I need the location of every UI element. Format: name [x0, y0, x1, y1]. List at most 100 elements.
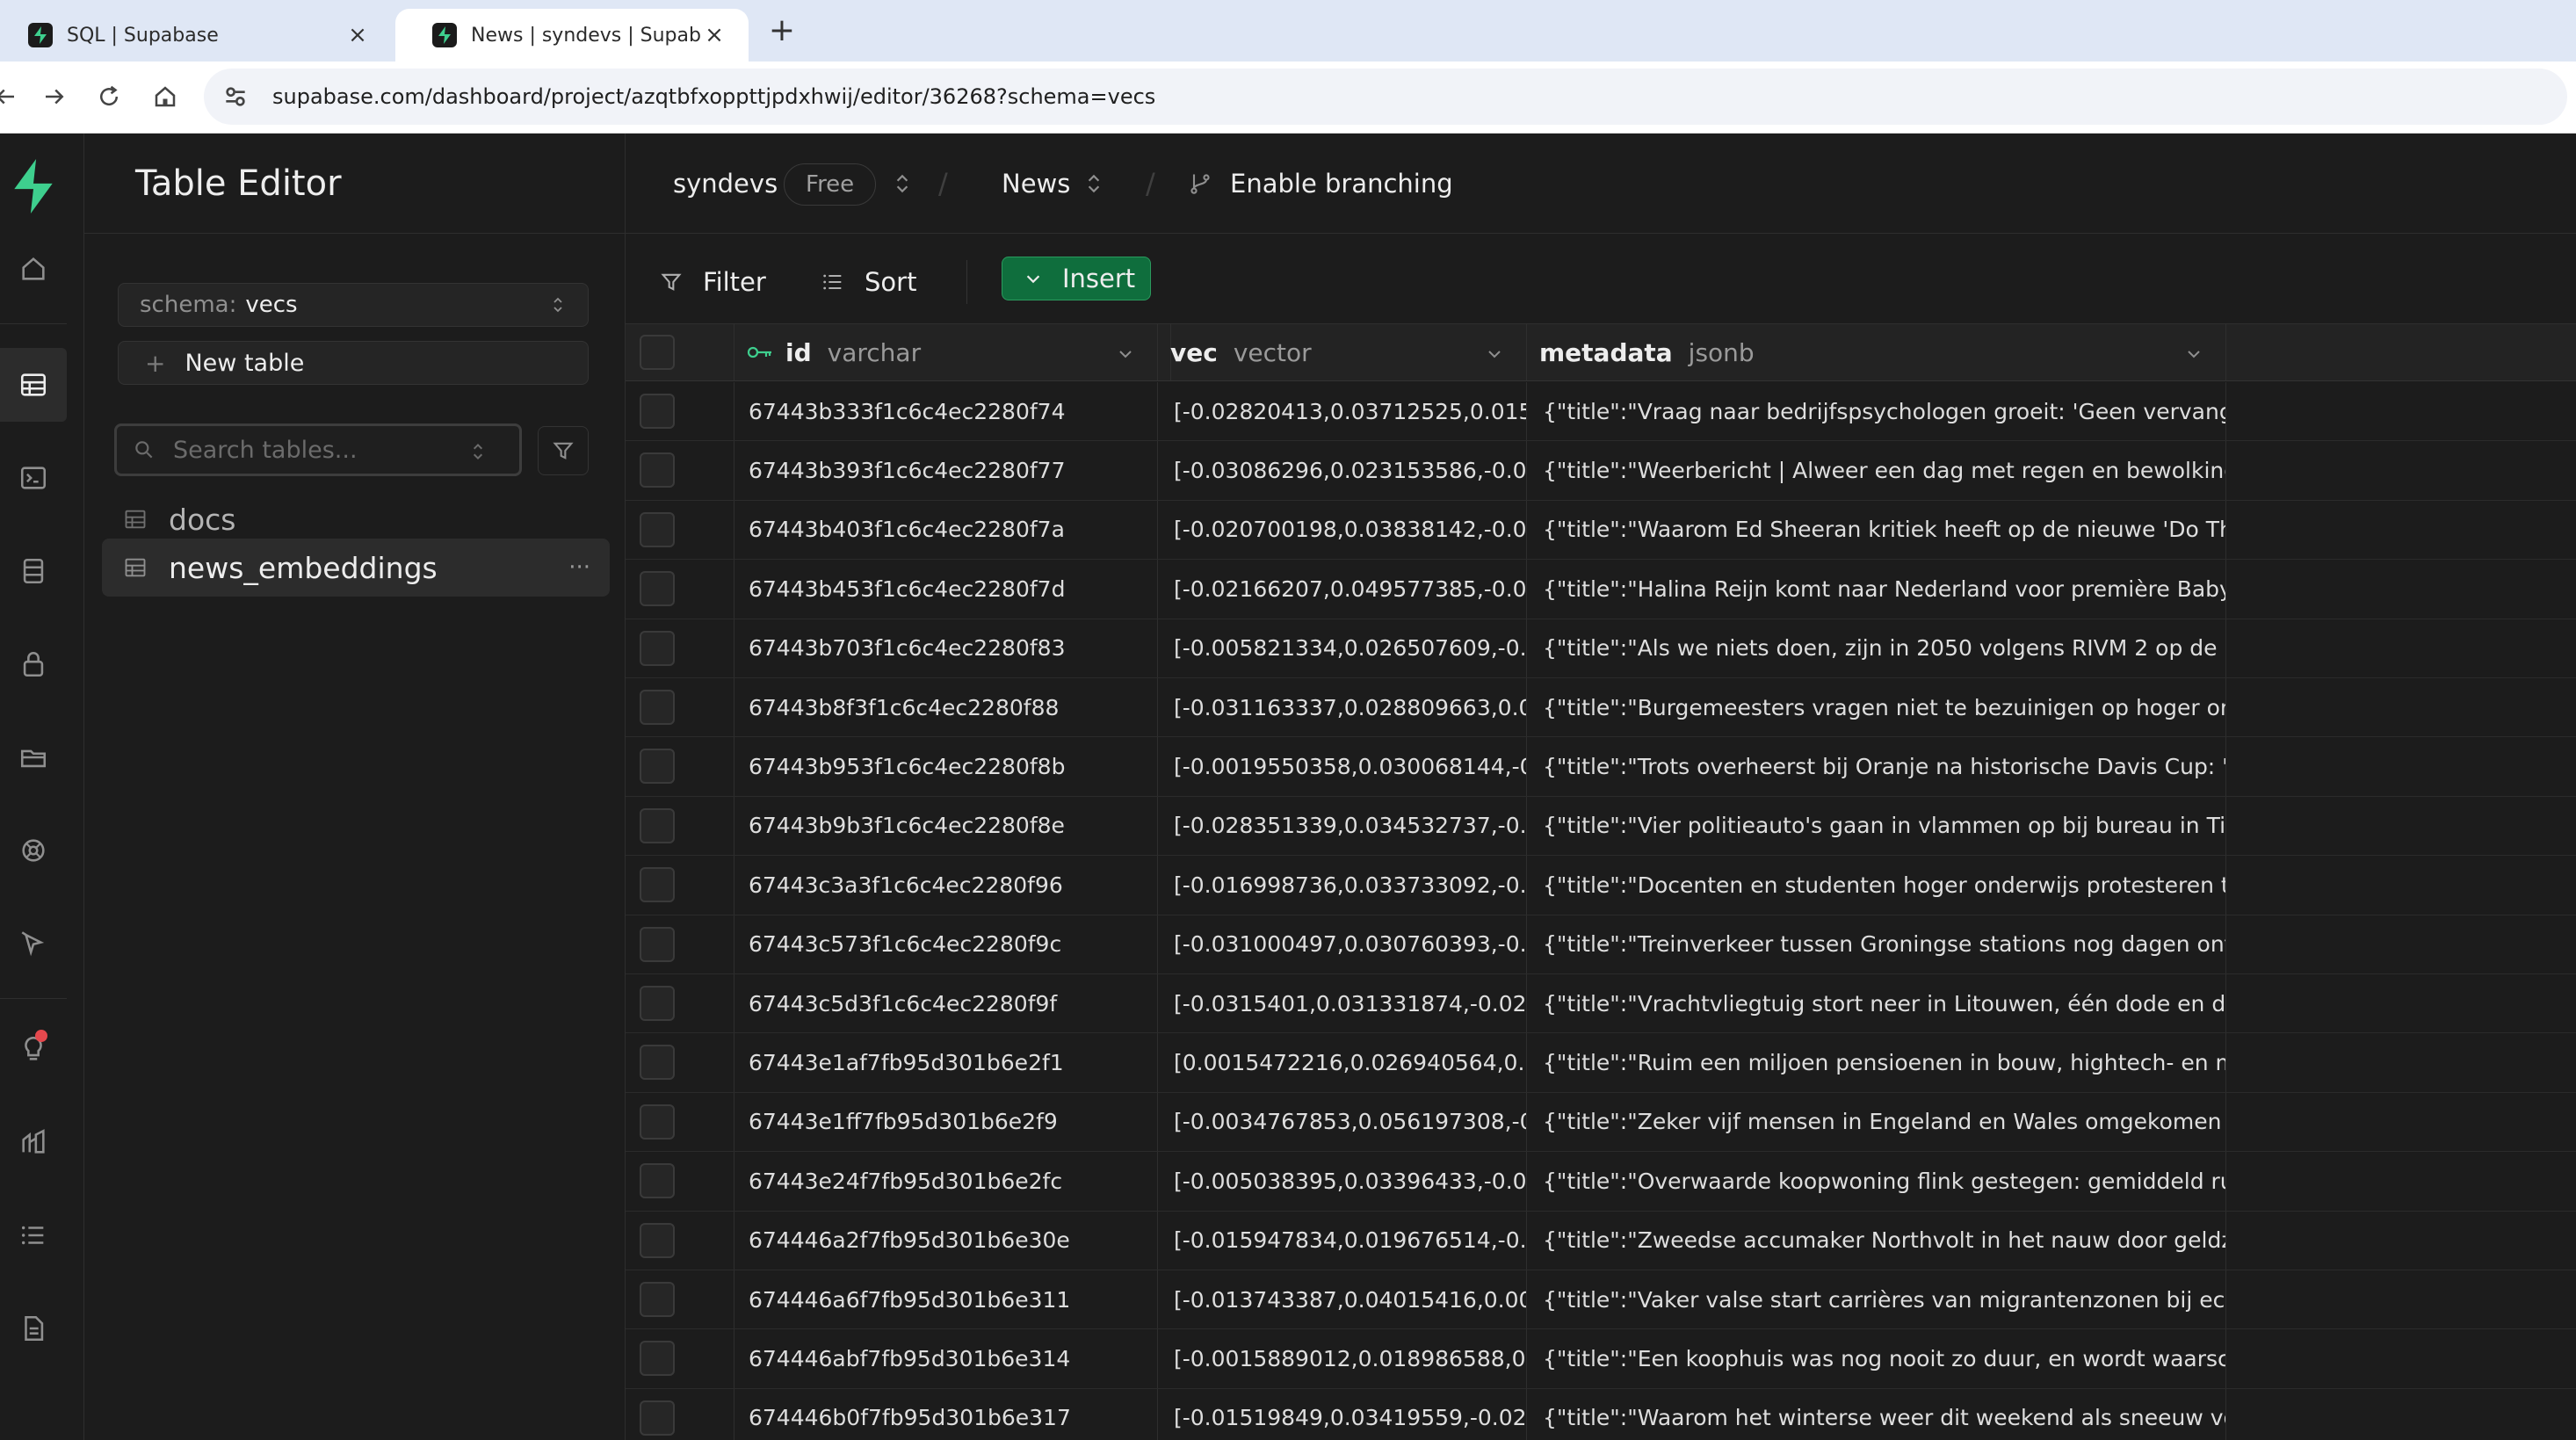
- cell-metadata[interactable]: {"title":"Vier politieauto's gaan in vla…: [1527, 796, 2226, 856]
- table-row[interactable]: 67443b403f1c6c4ec2280f7a [-0.020700198,0.…: [626, 500, 2576, 561]
- cell-id[interactable]: 67443b953f1c6c4ec2280f8b: [734, 737, 1158, 796]
- row-checkbox[interactable]: [640, 926, 675, 962]
- storage-icon[interactable]: [0, 720, 67, 794]
- cell-id[interactable]: 67443b393f1c6c4ec2280f77: [734, 441, 1158, 500]
- row-checkbox[interactable]: [640, 1045, 675, 1081]
- row-checkbox[interactable]: [640, 1163, 675, 1199]
- reload-icon[interactable]: [91, 79, 127, 114]
- api-docs-icon[interactable]: [0, 1292, 67, 1365]
- cell-metadata[interactable]: {"title":"Als we niets doen, zijn in 205…: [1527, 619, 2226, 677]
- cell-metadata[interactable]: {"title":"Weerbericht | Alweer een dag m…: [1527, 441, 2226, 500]
- cell-vec[interactable]: [-0.005821334,0.026507609,-0.0072660134,…: [1158, 619, 1527, 677]
- cell-vec[interactable]: [-0.020700198,0.03838142,-0.013676088,0.…: [1158, 500, 1527, 560]
- filter-tables-button[interactable]: [538, 426, 589, 475]
- advisors-icon[interactable]: [0, 1012, 67, 1086]
- cell-id[interactable]: 67443b403f1c6c4ec2280f7a: [734, 500, 1158, 560]
- cell-id[interactable]: 67443c3a3f1c6c4ec2280f96: [734, 856, 1158, 915]
- row-checkbox[interactable]: [640, 1282, 675, 1317]
- select-all-checkbox[interactable]: [640, 335, 675, 370]
- cell-metadata[interactable]: {"title":"Vrachtvliegtuig stort neer in …: [1527, 974, 2226, 1033]
- cell-metadata[interactable]: {"title":"Een koophuis was nog nooit zo …: [1527, 1329, 2226, 1388]
- schema-selector[interactable]: schema: vecs: [118, 283, 589, 327]
- chevron-down-icon[interactable]: [1484, 344, 1505, 365]
- cell-vec[interactable]: [-0.031000497,0.030760393,-0.002622145,0…: [1158, 915, 1527, 973]
- realtime-icon[interactable]: [0, 814, 67, 887]
- close-tab-icon[interactable]: ×: [701, 22, 727, 48]
- enable-branching-button[interactable]: Enable branching: [1230, 134, 1453, 234]
- site-settings-icon[interactable]: [221, 83, 250, 111]
- row-checkbox[interactable]: [640, 511, 675, 547]
- cell-vec[interactable]: [-0.0315401,0.031331874,-0.021381177,0.0…: [1158, 974, 1527, 1033]
- table-editor-icon[interactable]: [0, 348, 67, 422]
- cell-vec[interactable]: [-0.0034767853,0.056197308,-0.011019104,…: [1158, 1092, 1527, 1152]
- project-name[interactable]: News: [1002, 134, 1070, 234]
- url-field[interactable]: supabase.com/dashboard/project/azqtbfxop…: [204, 69, 2567, 125]
- table-row[interactable]: 67443c573f1c6c4ec2280f9c [-0.031000497,0.…: [626, 915, 2576, 974]
- row-checkbox[interactable]: [640, 630, 675, 666]
- table-row[interactable]: 67443b953f1c6c4ec2280f8b [-0.0019550358,0…: [626, 737, 2576, 797]
- back-icon[interactable]: [0, 79, 23, 114]
- cell-id[interactable]: 67443b453f1c6c4ec2280f7d: [734, 560, 1158, 619]
- table-row[interactable]: 674446a2f7fb95d301b6e30e [-0.015947834,0.…: [626, 1211, 2576, 1270]
- table-row[interactable]: 67443c5d3f1c6c4ec2280f9f [-0.0315401,0.03…: [626, 974, 2576, 1034]
- column-header-vec[interactable]: vec vector: [1158, 324, 1527, 380]
- row-checkbox[interactable]: [640, 749, 675, 785]
- cell-vec[interactable]: [0.0015472216,0.026940564,0.008382961,0.…: [1158, 1033, 1527, 1092]
- new-tab-button[interactable]: +: [764, 12, 800, 48]
- cell-metadata[interactable]: {"title":"Overwaarde koopwoning flink ge…: [1527, 1152, 2226, 1211]
- search-tables[interactable]: [114, 423, 522, 476]
- chevron-down-icon[interactable]: [1115, 344, 1136, 365]
- org-name[interactable]: syndevs: [673, 134, 778, 234]
- cell-metadata[interactable]: {"title":"Waarom het winterse weer dit w…: [1527, 1388, 2226, 1440]
- cell-metadata[interactable]: {"title":"Zeker vijf mensen in Engeland …: [1527, 1092, 2226, 1152]
- table-row[interactable]: 67443c3a3f1c6c4ec2280f96 [-0.016998736,0.…: [626, 856, 2576, 915]
- sort-button[interactable]: Sort: [821, 260, 916, 304]
- cell-id[interactable]: 67443b9b3f1c6c4ec2280f8e: [734, 796, 1158, 856]
- reports-icon[interactable]: [0, 1105, 67, 1179]
- browser-tab-news[interactable]: News | syndevs | Supabase ×: [395, 9, 749, 62]
- row-checkbox[interactable]: [640, 1341, 675, 1377]
- row-checkbox[interactable]: [640, 690, 675, 725]
- cell-id[interactable]: 674446abf7fb95d301b6e314: [734, 1329, 1158, 1388]
- row-checkbox[interactable]: [640, 571, 675, 607]
- cell-id[interactable]: 674446b0f7fb95d301b6e317: [734, 1388, 1158, 1440]
- cell-id[interactable]: 67443c573f1c6c4ec2280f9c: [734, 915, 1158, 973]
- table-row[interactable]: 67443e24f7fb95d301b6e2fc [-0.005038395,0.…: [626, 1152, 2576, 1212]
- table-row[interactable]: 67443b9b3f1c6c4ec2280f8e [-0.028351339,0.…: [626, 796, 2576, 857]
- cell-id[interactable]: 674446a6f7fb95d301b6e311: [734, 1270, 1158, 1329]
- table-row[interactable]: 67443b8f3f1c6c4ec2280f88 [-0.031163337,0.…: [626, 678, 2576, 738]
- cell-vec[interactable]: [-0.028351339,0.034532737,-0.013540048,0…: [1158, 796, 1527, 856]
- cell-vec[interactable]: [-0.015947834,0.019676514,-0.0046527167,…: [1158, 1211, 1527, 1270]
- cell-metadata[interactable]: {"title":"Burgemeesters vragen niet te b…: [1527, 678, 2226, 737]
- logs-icon[interactable]: [0, 1198, 67, 1272]
- cell-vec[interactable]: [-0.031163337,0.028809663,0.009184686,0.…: [1158, 678, 1527, 737]
- cell-vec[interactable]: [-0.02166207,0.049577385,-0.0262458,0.02…: [1158, 560, 1527, 619]
- cell-metadata[interactable]: {"title":"Halina Reijn komt naar Nederla…: [1527, 560, 2226, 619]
- cell-id[interactable]: 67443e1af7fb95d301b6e2f1: [734, 1033, 1158, 1092]
- home-icon[interactable]: [0, 232, 67, 306]
- table-row[interactable]: 67443b393f1c6c4ec2280f77 [-0.03086296,0.0…: [626, 441, 2576, 501]
- cell-id[interactable]: 67443b703f1c6c4ec2280f83: [734, 619, 1158, 677]
- filter-button[interactable]: Filter: [659, 260, 766, 304]
- cell-vec[interactable]: [-0.016998736,0.033733092,-0.002745041,0…: [1158, 856, 1527, 915]
- table-row[interactable]: 67443b333f1c6c4ec2280f74 [-0.02820413,0.0…: [626, 382, 2576, 442]
- cell-metadata[interactable]: {"title":"Trots overheerst bij Oranje na…: [1527, 737, 2226, 796]
- edge-functions-icon[interactable]: [0, 907, 67, 981]
- row-checkbox[interactable]: [640, 807, 675, 843]
- project-switcher-icon[interactable]: [1082, 171, 1105, 196]
- cell-id[interactable]: 67443e24f7fb95d301b6e2fc: [734, 1152, 1158, 1211]
- cell-id[interactable]: 67443b333f1c6c4ec2280f74: [734, 382, 1158, 441]
- cell-metadata[interactable]: {"title":"Docenten en studenten hoger on…: [1527, 856, 2226, 915]
- more-options-icon[interactable]: ···: [568, 554, 590, 581]
- cell-vec[interactable]: [-0.013743387,0.04015416,0.008702762,0.0…: [1158, 1270, 1527, 1329]
- table-row[interactable]: 674446a6f7fb95d301b6e311 [-0.013743387,0.…: [626, 1270, 2576, 1330]
- row-checkbox[interactable]: [640, 1400, 675, 1436]
- column-header-metadata[interactable]: metadata jsonb: [1527, 324, 2226, 380]
- table-row[interactable]: 674446abf7fb95d301b6e314 [-0.0015889012,0…: [626, 1329, 2576, 1389]
- chevron-down-icon[interactable]: [2183, 344, 2204, 365]
- cell-vec[interactable]: [-0.0019550358,0.030068144,-0.002595684,…: [1158, 737, 1527, 796]
- cell-metadata[interactable]: {"title":"Vraag naar bedrijfspsychologen…: [1527, 382, 2226, 441]
- sidebar-table-news-embeddings[interactable]: news_embeddings ···: [102, 539, 610, 597]
- browser-tab-sql[interactable]: SQL | Supabase ×: [0, 9, 392, 62]
- cell-id[interactable]: 674446a2f7fb95d301b6e30e: [734, 1211, 1158, 1270]
